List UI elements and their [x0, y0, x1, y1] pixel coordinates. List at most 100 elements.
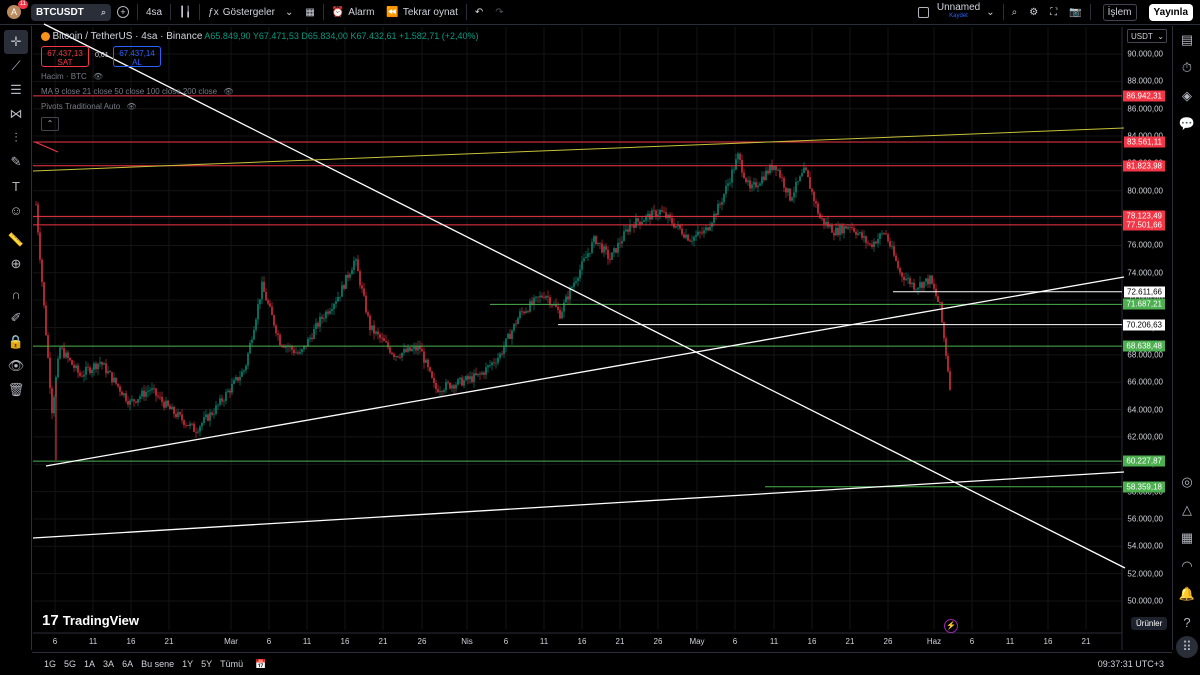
- watchlist-icon[interactable]: ▤: [1173, 26, 1200, 54]
- brush-icon[interactable]: ✎: [0, 150, 32, 174]
- candle-body: [277, 333, 279, 335]
- trash-icon[interactable]: 🗑: [0, 378, 32, 402]
- fullscreen-button[interactable]: ⛶: [1044, 0, 1063, 25]
- candle-body: [529, 301, 531, 312]
- publish-button[interactable]: Yayınla: [1143, 0, 1200, 25]
- candle-body: [413, 346, 415, 349]
- replay-button[interactable]: ⏪ Tekrar oynat: [380, 0, 463, 25]
- ideas-icon[interactable]: △: [1173, 496, 1200, 524]
- candle-body: [589, 252, 591, 254]
- lightning-icon[interactable]: ⚡: [944, 619, 958, 633]
- ruler-icon[interactable]: 📏: [0, 228, 32, 252]
- calendar-icon[interactable]: ▦: [1173, 524, 1200, 552]
- trade-button[interactable]: İşlem: [1097, 0, 1143, 25]
- candle-body: [541, 295, 543, 298]
- emoji-icon[interactable]: ☺: [0, 198, 32, 222]
- undo-button[interactable]: ↶: [469, 0, 489, 25]
- snapshot-button[interactable]: 📷: [1063, 0, 1087, 25]
- templates-button[interactable]: ▦: [299, 0, 320, 25]
- clock[interactable]: 09:37:31 UTC+3: [1098, 659, 1164, 669]
- crosshair-icon[interactable]: ✛: [4, 30, 28, 54]
- text-icon[interactable]: T: [0, 174, 32, 198]
- pivots-legend[interactable]: Pivots Traditional Auto 👁: [41, 102, 137, 111]
- pattern-icon[interactable]: ⋈: [0, 102, 32, 126]
- price-tick: 86.000,00: [1127, 104, 1163, 114]
- range-button[interactable]: 6A: [118, 659, 137, 669]
- candle-body: [569, 287, 571, 300]
- range-button[interactable]: 1G: [40, 659, 60, 669]
- legend-low: D65.834,00: [301, 31, 348, 41]
- add-symbol-button[interactable]: +: [111, 0, 135, 25]
- eye-icon[interactable]: 👁: [223, 87, 233, 96]
- eye-icon[interactable]: 👁: [0, 354, 32, 378]
- drawing-toolbar: ✛ ⟋ ☰ ⋈ ⫶ ✎ T ☺ 📏 ⊕ ∩ ✐ 🔒 👁 🗑: [0, 26, 32, 650]
- user-avatar[interactable]: A 11: [7, 0, 28, 19]
- candle-body: [677, 224, 679, 227]
- candle-body: [425, 359, 427, 363]
- range-button[interactable]: 3A: [99, 659, 118, 669]
- candle-body: [919, 282, 921, 288]
- eye-icon[interactable]: 👁: [93, 72, 103, 81]
- buy-button[interactable]: 67.437,14 AL: [113, 46, 161, 67]
- products-grid-icon[interactable]: ⠿: [1176, 636, 1198, 658]
- candle-body: [337, 297, 339, 302]
- lock-icon[interactable]: 🔒: [0, 330, 32, 354]
- broadcast-icon[interactable]: ◠: [1173, 552, 1200, 580]
- indicators-button[interactable]: ƒx Göstergeler ⌄: [202, 0, 299, 25]
- candle-body: [331, 309, 333, 311]
- candle-body: [185, 425, 187, 426]
- settings-button[interactable]: ⚙: [1023, 0, 1044, 25]
- price-chart[interactable]: [0, 0, 1200, 675]
- candle-body: [393, 354, 395, 357]
- layers-icon[interactable]: ◈: [1173, 82, 1200, 110]
- ma-legend[interactable]: MA 9 close 21 close 50 close 100 close 2…: [41, 87, 234, 96]
- candle-body: [321, 316, 323, 319]
- interval-button[interactable]: 4sa: [140, 0, 168, 25]
- chat-icon[interactable]: 💬: [1173, 110, 1200, 138]
- candle-body: [163, 401, 165, 408]
- help-icon[interactable]: ?: [1173, 608, 1200, 636]
- date-range-icon[interactable]: 📅: [255, 659, 266, 670]
- tradingview-watermark[interactable]: 17 TradingView: [42, 612, 139, 629]
- candle-body: [929, 275, 931, 285]
- quick-search-button[interactable]: ⌕: [1006, 0, 1024, 25]
- candle-body: [419, 346, 421, 350]
- magnet-icon[interactable]: ∩: [0, 282, 32, 306]
- range-button[interactable]: 1Y: [178, 659, 197, 669]
- alerts-clock-icon[interactable]: ⏱: [1173, 54, 1200, 82]
- candle-body: [913, 282, 915, 290]
- symbol-search[interactable]: BTCUSDT ⌕: [31, 3, 111, 21]
- candle-body: [381, 337, 383, 339]
- candle-body: [285, 346, 287, 348]
- notifications-icon[interactable]: 🔔: [1173, 580, 1200, 608]
- prediction-icon[interactable]: ⫶: [0, 126, 32, 150]
- sell-button[interactable]: 67.437,13 SAT: [41, 46, 89, 67]
- collapse-legend-button[interactable]: ⌃: [41, 117, 59, 131]
- fib-retracement-icon[interactable]: ☰: [0, 78, 32, 102]
- candle-body: [265, 291, 267, 301]
- symbol-legend[interactable]: Bitcoin / TetherUS · 4sa · Binance A65.8…: [41, 31, 479, 42]
- range-button[interactable]: Tümü: [216, 659, 247, 669]
- candle-body: [405, 349, 407, 352]
- candle-body: [463, 380, 465, 386]
- range-button[interactable]: 5Y: [197, 659, 216, 669]
- products-label[interactable]: Ürünler: [1131, 617, 1168, 630]
- eye-icon[interactable]: 👁: [126, 102, 136, 111]
- range-button[interactable]: 5G: [60, 659, 80, 669]
- lock-draw-icon[interactable]: ✐: [0, 306, 32, 330]
- candle-body: [501, 353, 503, 355]
- currency-selector[interactable]: USDT ⌄: [1127, 29, 1167, 43]
- volume-legend[interactable]: Hacim · BTC 👁: [41, 72, 103, 81]
- alarm-button[interactable]: ⏰ Alarm: [326, 0, 381, 25]
- range-button[interactable]: 1A: [80, 659, 99, 669]
- range-button[interactable]: Bu sene: [137, 659, 178, 669]
- chart-type-button[interactable]: ┃╽: [173, 0, 197, 25]
- trend-line-icon[interactable]: ⟋: [0, 54, 32, 78]
- candle-body: [693, 236, 695, 241]
- zoom-in-icon[interactable]: ⊕: [0, 252, 32, 276]
- layout-button[interactable]: Unnamed Kaydet ⌄: [912, 0, 1001, 25]
- target-icon[interactable]: ◎: [1173, 468, 1200, 496]
- redo-button[interactable]: ↷: [489, 0, 509, 25]
- candle-body: [97, 363, 99, 370]
- candle-body: [557, 306, 559, 310]
